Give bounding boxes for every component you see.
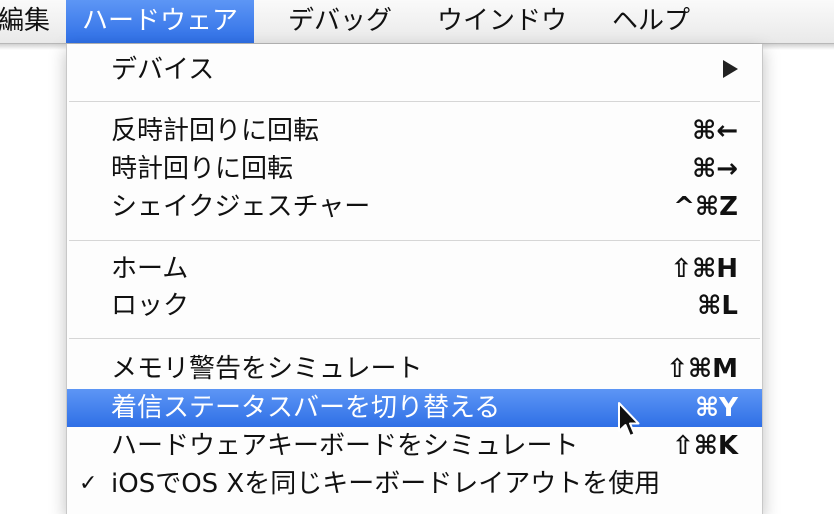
menu-item-shortcut: ⌘L [697, 291, 738, 321]
menu-item-toggle-in-call-status-bar[interactable]: 着信ステータスバーを切り替える ⌘Y [67, 389, 762, 427]
menu-item-label: メモリ警告をシミュレート [111, 354, 423, 384]
menu-item-rotate-left[interactable]: 反時計回りに回転 ⌘← [67, 112, 762, 150]
menu-separator [69, 240, 760, 241]
menu-item-simulate-hardware-keyboard[interactable]: ハードウェアキーボードをシミュレート ⇧⌘K [67, 427, 762, 465]
menu-item-shortcut: ⌘← [692, 116, 738, 146]
menu-item-label: 着信ステータスバーを切り替える [111, 393, 501, 423]
menu-help[interactable]: ヘルプ [596, 0, 706, 43]
menu-item-same-keyboard-layout[interactable]: ✓ iOSでOS Xを同じキーボードレイアウトを使用 [67, 465, 762, 503]
menu-item-shortcut: ⇧⌘K [671, 431, 738, 461]
menu-item-label: ロック [111, 291, 190, 321]
menu-item-label: ホーム [111, 254, 189, 284]
menu-separator [69, 101, 760, 102]
menu-item-label: iOSでOS Xを同じキーボードレイアウトを使用 [111, 469, 661, 499]
menu-debug[interactable]: デバッグ [272, 0, 408, 43]
menu-shadow-left [0, 44, 66, 50]
submenu-arrow-icon [723, 60, 738, 78]
menu-hardware[interactable]: ハードウェア [66, 0, 255, 43]
menu-edit[interactable]: 編集 [0, 0, 66, 43]
menu-item-shortcut: ⌘Y [695, 393, 738, 423]
menu-item-shake-gesture[interactable]: シェイクジェスチャー ^⌘Z [67, 188, 762, 226]
menu-item-home[interactable]: ホーム ⇧⌘H [67, 250, 762, 288]
menu-item-label: 反時計回りに回転 [111, 116, 320, 146]
mouse-pointer-icon [618, 402, 640, 437]
menu-item-shortcut: ^⌘Z [673, 192, 738, 222]
menu-window[interactable]: ウインドウ [421, 0, 583, 43]
menu-shadow-right [763, 44, 834, 50]
checkmark-icon: ✓ [79, 471, 98, 496]
menu-item-lock[interactable]: ロック ⌘L [67, 287, 762, 325]
menu-item-simulate-memory-warning[interactable]: メモリ警告をシミュレート ⇧⌘M [67, 350, 762, 388]
menu-item-rotate-right[interactable]: 時計回りに回転 ⌘→ [67, 150, 762, 188]
menu-item-label: デバイス [111, 55, 215, 85]
menu-item-shortcut: ⌘→ [692, 154, 738, 184]
menu-item-shortcut: ⇧⌘H [670, 254, 738, 284]
menu-item-shortcut: ⇧⌘M [666, 354, 738, 384]
menu-separator [69, 338, 760, 339]
menu-item-label: 時計回りに回転 [111, 154, 294, 184]
menu-item-label: シェイクジェスチャー [111, 192, 371, 222]
menu-item-label: ハードウェアキーボードをシミュレート [111, 431, 579, 461]
menu-bar: 編集 ハードウェア デバッグ ウインドウ ヘルプ [0, 0, 834, 44]
hardware-dropdown-menu: デバイス 反時計回りに回転 ⌘← 時計回りに回転 ⌘→ シェイクジェスチャー ^… [66, 44, 763, 514]
menu-item-device[interactable]: デバイス [67, 51, 762, 89]
